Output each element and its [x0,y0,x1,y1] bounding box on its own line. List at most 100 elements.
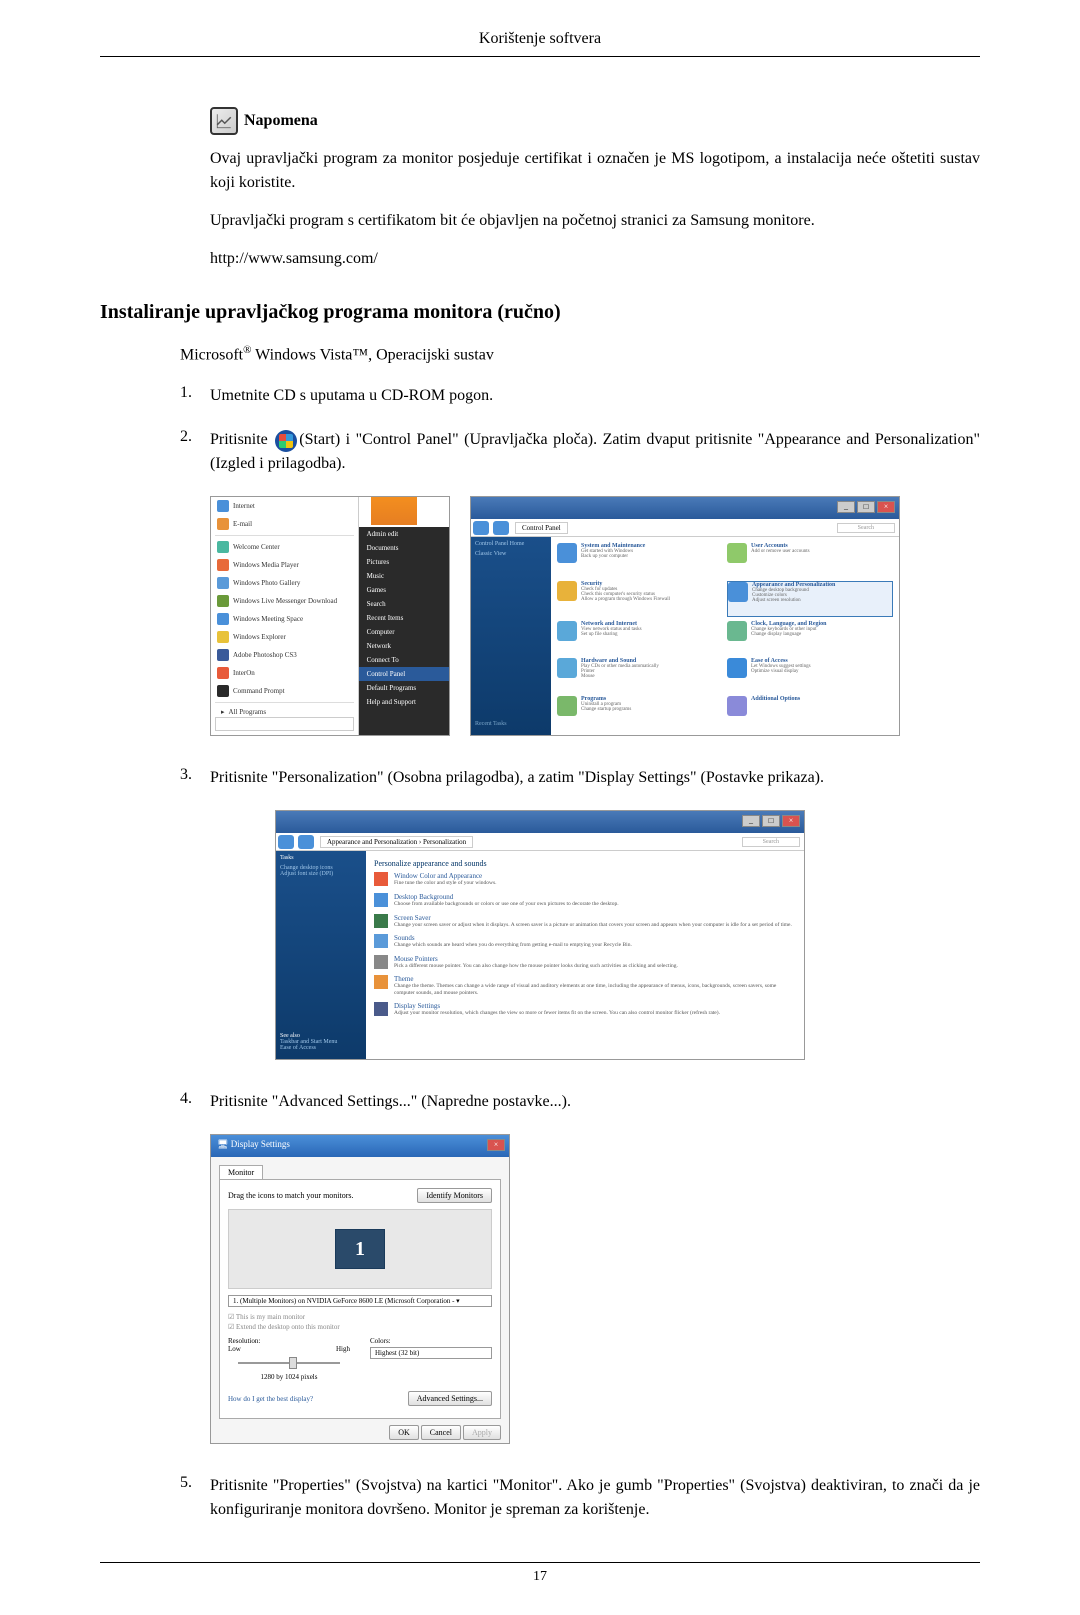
close-icon: × [782,815,800,827]
pers-item: Window Color and AppearanceFine tune the… [374,872,796,887]
section-heading: Instaliranje upravljačkog programa monit… [100,301,980,324]
sm-r-item: Computer [359,625,449,639]
step-number: 2. [180,428,210,476]
pers-sidebar-item: Tasks [280,855,362,861]
maximize-icon: □ [857,501,875,513]
monitor-dropdown: 1. (Multiple Monitors) on NVIDIA GeForce… [228,1295,492,1307]
control-panel-screenshot: _ □ × Control Panel Search Control Panel… [470,496,900,736]
sm-r-item: Admin edit [359,527,449,541]
forward-icon [493,521,509,535]
sm-r-item: Pictures [359,555,449,569]
step-number: 1. [180,384,210,408]
back-icon [473,521,489,535]
drag-text: Drag the icons to match your monitors. [228,1191,354,1200]
display-settings-screenshot: 🖥 Display Settings × Monitor Drag the ic… [210,1134,510,1444]
cp-category: SecurityCheck for updatesCheck this comp… [557,581,723,617]
note-paragraph: Upravljački program s certifikatom bit ć… [210,209,980,233]
cp-sidebar-bottom: Recent Tasks [475,721,507,727]
close-icon: × [487,1139,505,1151]
pers-item: ThemeChange the theme. Themes can change… [374,975,796,996]
resolution-value: 1280 by 1024 pixels [228,1373,350,1381]
sm-r-item: Recent Items [359,611,449,625]
step-2-before: Pritisnite [210,431,273,448]
pers-item: Desktop BackgroundChoose from available … [374,893,796,908]
page-number: 17 [100,1562,980,1585]
os-mid: Windows Vista™, Operacijski sustav [251,346,493,363]
ok-button: OK [389,1425,419,1440]
step-text: Pritisnite "Personalization" (Osobna pri… [210,766,980,790]
sm-r-item: Control Panel [359,667,449,681]
step-number: 4. [180,1090,210,1114]
colors-dropdown: Highest (32 bit) [370,1347,492,1359]
cp-category: Appearance and PersonalizationChange des… [727,581,893,617]
apply-button: Apply [463,1425,501,1440]
sm-item: Adobe Photoshop CS3 [233,651,297,659]
pers-sidebar-item: Ease of Access [280,1045,362,1051]
note-paragraph: Ovaj upravljački program za monitor posj… [210,147,980,195]
cancel-button: Cancel [421,1425,461,1440]
sm-item: Welcome Center [233,543,280,551]
resolution-label: Resolution: [228,1337,350,1345]
cp-category: Clock, Language, and RegionChange keyboa… [727,621,893,654]
cp-category: Additional Options [727,696,893,729]
cp-category: ProgramsUninstall a programChange startu… [557,696,723,729]
cp-category: Network and InternetView network status … [557,621,723,654]
cp-category: User AccountsAdd or remove user accounts [727,543,893,576]
step-text: Pritisnite "Properties" (Svojstva) na ka… [210,1474,980,1522]
sm-item: Command Prompt [233,687,285,695]
step-text: Pritisnite "Advanced Settings..." (Napre… [210,1090,980,1114]
note-icon [210,107,238,135]
sm-item: Windows Live Messenger Download [233,597,337,605]
os-line: Microsoft® Windows Vista™, Operacijski s… [180,344,980,364]
extend-desktop-checkbox: ☑ Extend the desktop onto this monitor [228,1323,492,1331]
sm-r-item: Help and Support [359,695,449,709]
sm-item: Internet [233,502,255,510]
search-input: Search [837,523,895,533]
step-number: 5. [180,1474,210,1522]
res-high: High [336,1345,350,1353]
window-icon: 🖥 [217,1139,228,1149]
pers-item: Display SettingsAdjust your monitor reso… [374,1002,796,1017]
monitor-icon: 1 [335,1229,385,1269]
cp-sidebar-item: Control Panel Home [475,541,547,547]
sm-r-item: Documents [359,541,449,555]
search-input: Search [742,837,800,847]
sm-item: InterOn [233,669,255,677]
sm-item: Windows Media Player [233,561,299,569]
note-url: http://www.samsung.com/ [210,247,980,271]
os-prefix: Microsoft [180,346,243,363]
step-text: Pritisnite (Start) i "Control Panel" (Up… [210,428,980,476]
cp-category: System and MaintenanceGet started with W… [557,543,723,576]
pers-item: Screen SaverChange your screen saver or … [374,914,796,929]
identify-monitors-button: Identify Monitors [417,1188,492,1203]
back-icon [278,835,294,849]
sm-r-item: Connect To [359,653,449,667]
user-picture [369,496,419,527]
sm-r-item: Network [359,639,449,653]
minimize-icon: _ [837,501,855,513]
pers-sidebar-item: Adjust font size (DPI) [280,871,362,877]
sm-item: Windows Photo Gallery [233,579,300,587]
note-label: Napomena [244,112,318,130]
sm-r-item: Default Programs [359,681,449,695]
breadcrumb: Control Panel [515,522,568,534]
resolution-slider [228,1355,350,1371]
sm-r-item: Music [359,569,449,583]
pers-item: SoundsChange which sounds are heard when… [374,934,796,949]
note-section: Napomena Ovaj upravljački program za mon… [210,107,980,271]
step-text: Umetnite CD s uputama u CD-ROM pogon. [210,384,980,408]
page-header: Korištenje softvera [100,30,980,57]
tab-monitor: Monitor [219,1165,263,1179]
advanced-settings-button: Advanced Settings... [408,1391,492,1406]
personalization-screenshot: _ □ × Appearance and Personalization › P… [275,810,805,1060]
cp-category: Hardware and SoundPlay CDs or other medi… [557,658,723,692]
pers-heading: Personalize appearance and sounds [374,859,796,868]
sm-item: E-mail [233,520,252,528]
sm-item: Windows Explorer [233,633,286,641]
minimize-icon: _ [742,815,760,827]
cp-category: Ease of AccessLet Windows suggest settin… [727,658,893,692]
cp-sidebar-item: Classic View [475,551,547,557]
sm-r-item: Search [359,597,449,611]
step-number: 3. [180,766,210,790]
res-low: Low [228,1345,241,1353]
